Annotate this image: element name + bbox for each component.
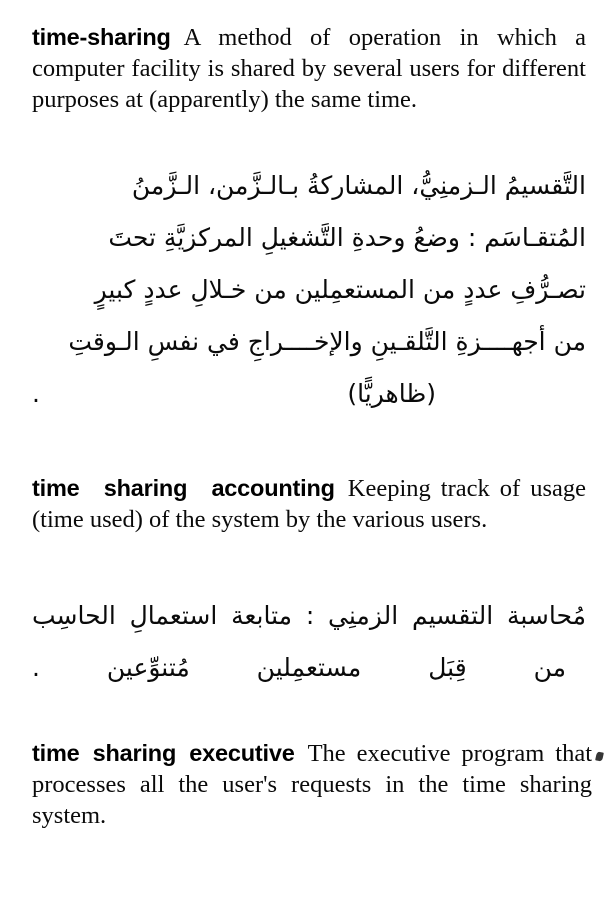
arabic-line: من أجهــــزةِ التَّلقـينِ والإخــــراجِ …: [32, 316, 586, 368]
entry-1-headword: time-sharing: [32, 24, 171, 50]
entry-2-headword: time sharing accounting: [32, 475, 335, 501]
arabic-line-text: التَّقسيمُ الـزمنِيُّ، المشاركةُ بـالـزَ…: [131, 171, 586, 200]
dictionary-entry-1: time-sharing A method of operation in whi…: [32, 22, 586, 115]
arabic-line: (ظاهريًّا) .: [32, 379, 436, 408]
dictionary-entry-3: time sharing executive The executive prog…: [32, 738, 592, 831]
entry-3-headword: time sharing executive: [32, 740, 295, 766]
entry-3-definition-block: time sharing executive The executive prog…: [32, 738, 592, 831]
scan-speck-artifact: [595, 751, 604, 762]
arabic-line: من قِبَل مستعمِلين مُتنوِّعين .: [32, 653, 566, 682]
arabic-line-text: من أجهــــزةِ التَّلقـينِ والإخــــراجِ …: [68, 327, 586, 356]
arabic-line: التَّقسيمُ الـزمنِيُّ، المشاركةُ بـالـزَ…: [32, 160, 586, 212]
arabic-line: مُحاسبة التقسيم الزمنِي : متابعة استعمال…: [32, 601, 586, 630]
scanned-page: time-sharing A method of operation in whi…: [0, 0, 609, 900]
entry-2-arabic-translation: مُحاسبة التقسيم الزمنِي : متابعة استعمال…: [32, 590, 586, 694]
arabic-line: المُتقـاسَم : وضعُ وحدةِ التَّشغيلِ المر…: [32, 212, 586, 264]
entry-2-definition-block: time sharing accounting Keeping track of …: [32, 473, 586, 535]
arabic-line-text: المُتقـاسَم : وضعُ وحدةِ التَّشغيلِ المر…: [108, 223, 586, 252]
entry-1-arabic-translation: التَّقسيمُ الـزمنِيُّ، المشاركةُ بـالـزَ…: [32, 160, 586, 420]
arabic-line-text: تصـرُّفِ عددٍ من المستعمِلين من خـلالِ ع…: [94, 275, 586, 304]
entry-1-definition-block: time-sharing A method of operation in whi…: [32, 22, 586, 115]
dictionary-entry-2: time sharing accounting Keeping track of …: [32, 473, 586, 535]
arabic-line: تصـرُّفِ عددٍ من المستعمِلين من خـلالِ ع…: [32, 264, 586, 316]
